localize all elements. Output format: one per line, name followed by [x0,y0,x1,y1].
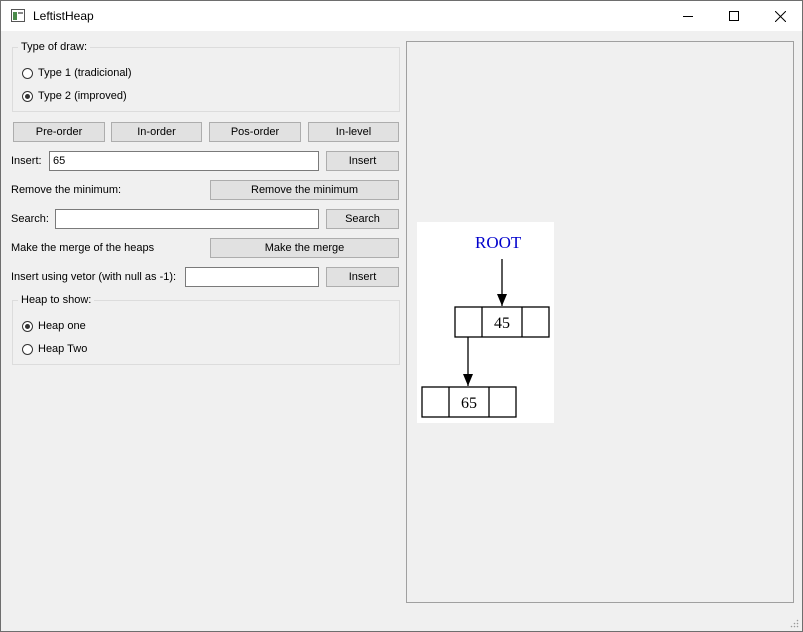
app-icon [11,9,25,22]
heap-one-label: Heap one [38,320,86,332]
maximize-icon [729,11,739,21]
heap-canvas: ROOT 45 65 [406,41,794,603]
remove-min-button[interactable]: Remove the minimum [210,180,399,200]
left-child-arrowhead [463,374,473,386]
inorder-button[interactable]: In-order [111,122,202,142]
posorder-button[interactable]: Pos-order [209,122,301,142]
node-value: 45 [494,315,510,332]
merge-button[interactable]: Make the merge [210,238,399,258]
merge-label: Make the merge of the heaps [11,242,155,254]
heap-one-option[interactable]: Heap one [22,318,86,334]
root-arrowhead [497,294,507,306]
draw-type-title: Type of draw: [18,41,91,53]
radio-checked-icon [22,90,33,102]
inlevel-button[interactable]: In-level [308,122,399,142]
draw-type-option-2-label: Type 2 (improved) [38,90,127,102]
preorder-button[interactable]: Pre-order [13,122,105,142]
radio-icon [22,67,33,79]
draw-type-option-2[interactable]: Type 2 (improved) [22,88,127,104]
heap-tree-diagram: ROOT 45 65 [421,233,550,418]
heap-to-show-group: Heap to show: Heap one Heap Two [12,294,400,365]
window-title: LeftistHeap [33,9,94,23]
radio-icon [22,343,33,355]
draw-type-option-1[interactable]: Type 1 (tradicional) [22,65,132,81]
draw-type-group: Type of draw: Type 1 (tradicional) Type … [12,41,400,112]
search-button[interactable]: Search [326,209,399,229]
heap-drawing: ROOT 45 65 [417,222,554,423]
minimize-button[interactable] [665,1,711,31]
node-value: 65 [461,395,477,412]
draw-type-option-1-label: Type 1 (tradicional) [38,67,132,79]
root-label: ROOT [475,233,522,252]
node-65: 65 [421,386,517,418]
heap-two-option[interactable]: Heap Two [22,341,87,357]
heap-two-label: Heap Two [38,343,88,355]
search-label: Search: [11,213,49,225]
insert-button[interactable]: Insert [326,151,399,171]
maximize-button[interactable] [711,1,757,31]
search-input[interactable] [55,209,319,229]
radio-checked-icon [22,320,33,332]
insert-vector-label: Insert using vetor (with null as -1): [11,271,177,283]
minimize-icon [683,16,693,17]
close-icon [774,10,786,22]
heap-to-show-title: Heap to show: [18,294,95,306]
insert-label: Insert: [11,155,42,167]
node-45: 45 [454,306,550,338]
close-button[interactable] [757,1,803,31]
insert-input[interactable]: 65 [49,151,319,171]
title-bar: LeftistHeap [1,1,802,31]
insert-vector-input[interactable] [185,267,319,287]
main-window: LeftistHeap Type of draw: Type 1 (tradic… [0,0,803,632]
remove-min-label: Remove the minimum: [11,184,122,196]
insert-vector-button[interactable]: Insert [326,267,399,287]
resize-grip-icon[interactable] [789,618,799,628]
